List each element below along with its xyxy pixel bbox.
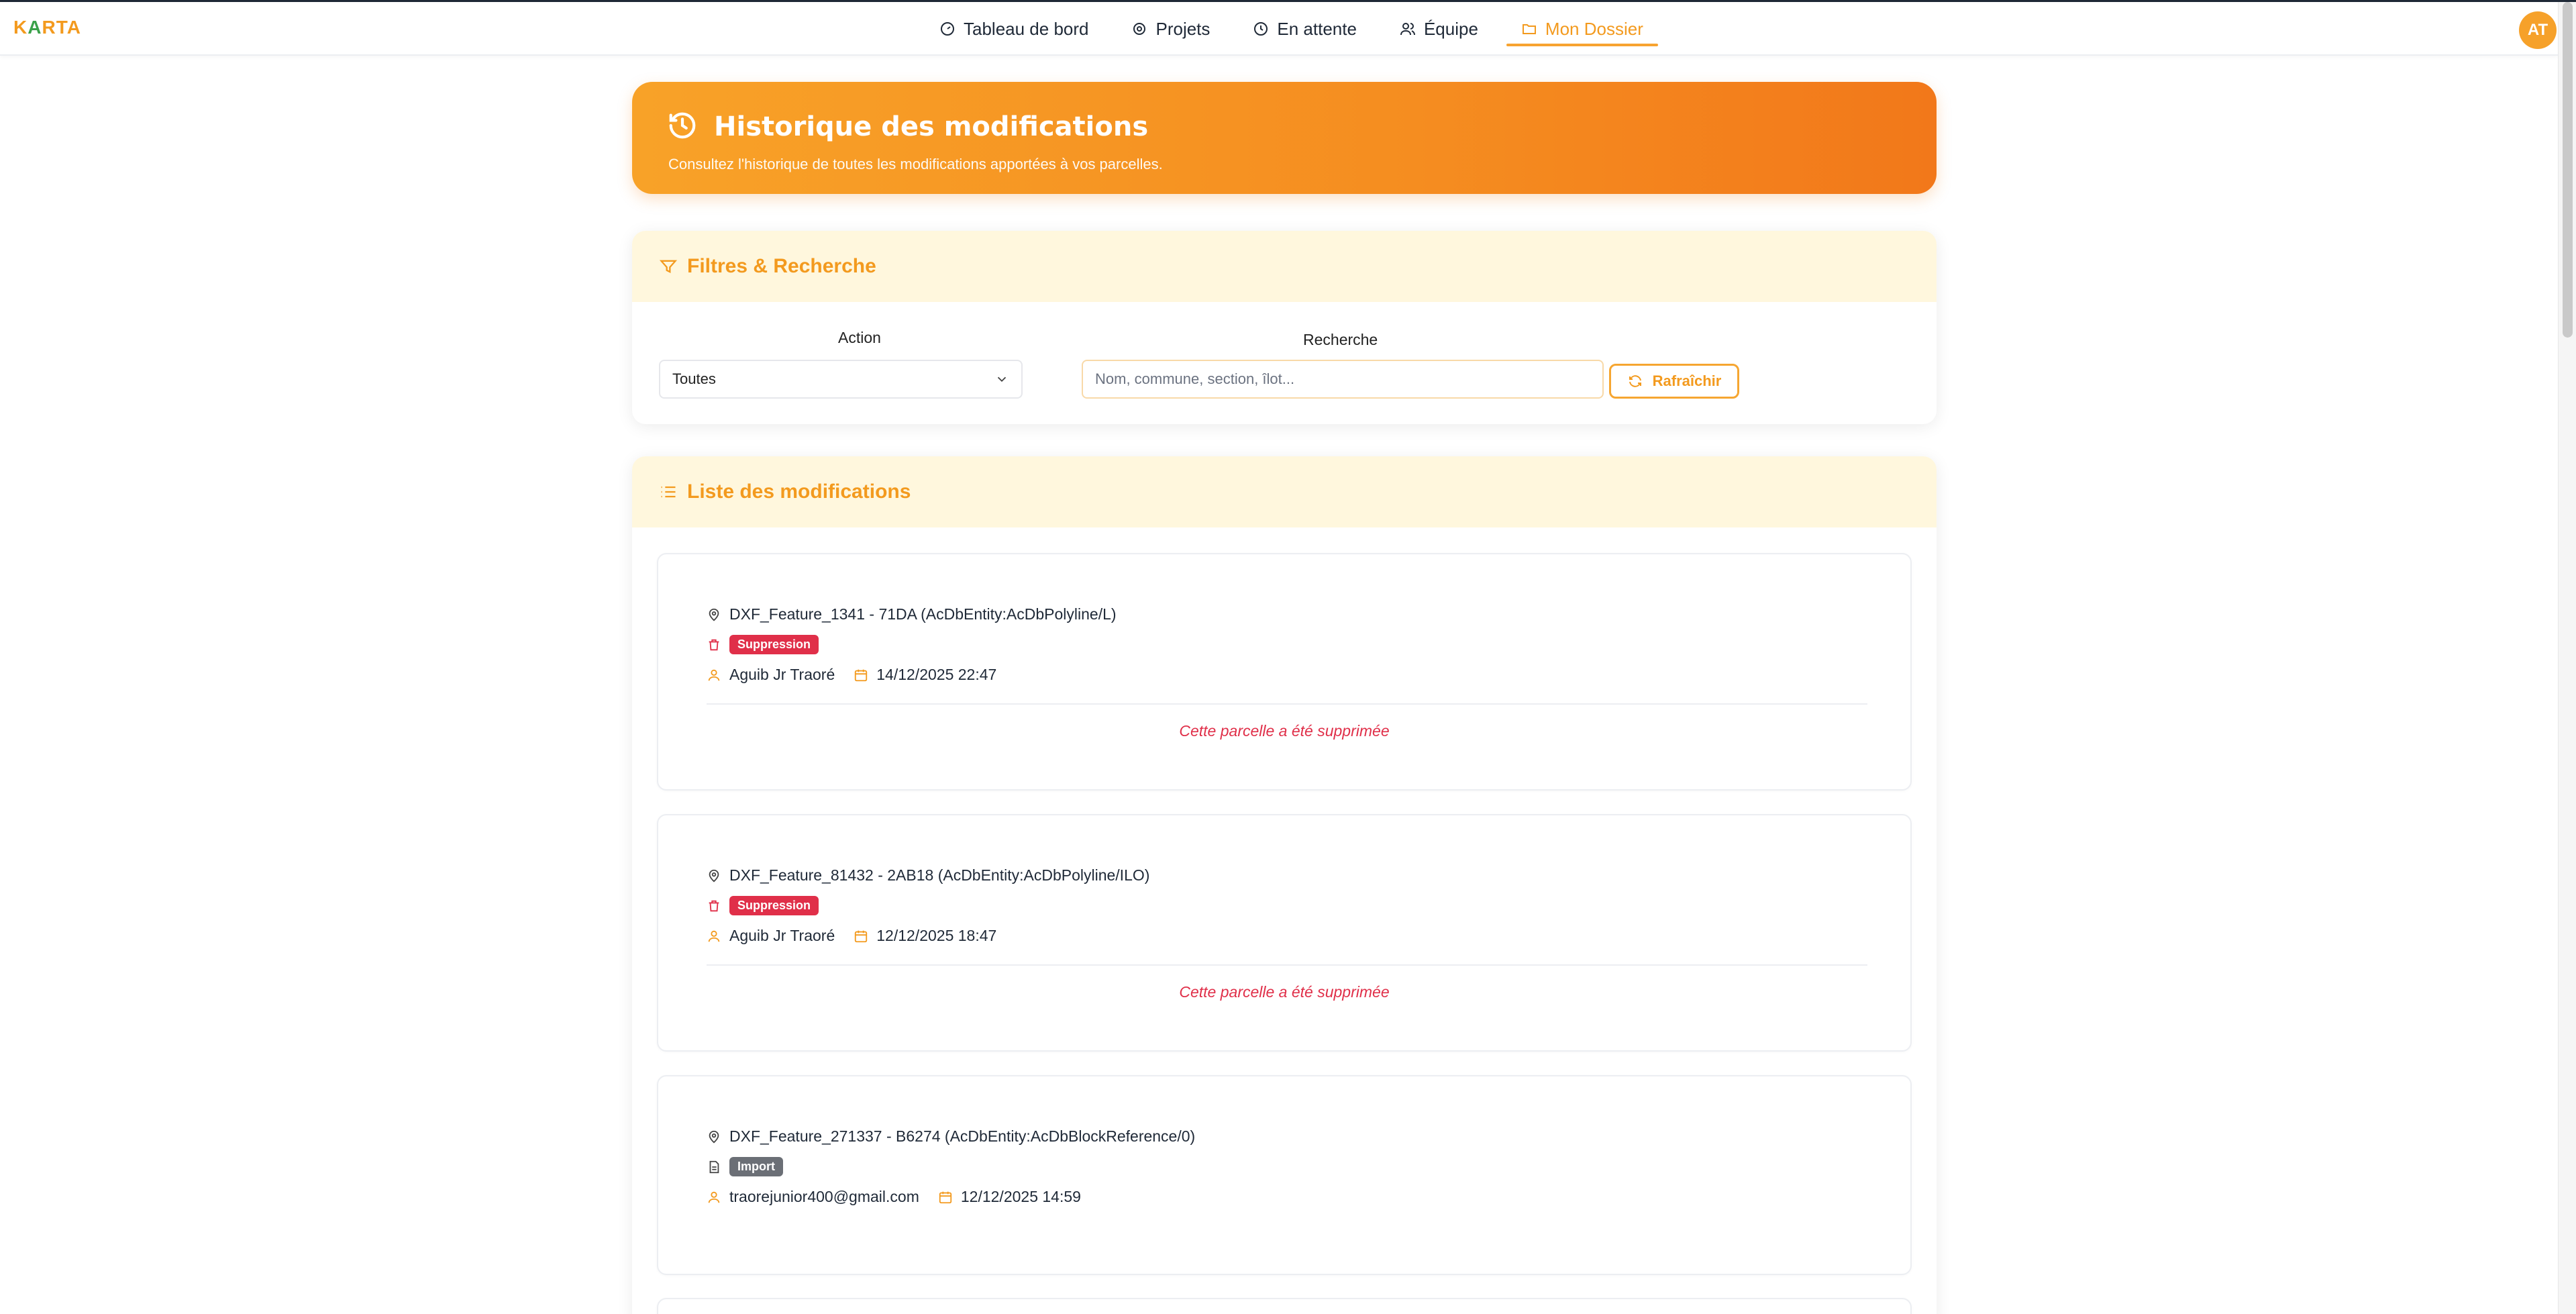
- action-select[interactable]: Toutes: [659, 360, 1023, 399]
- search-input[interactable]: [1082, 360, 1604, 399]
- list-item[interactable]: DXF_Feature_271337 - B6274 (AcDbEntity:A…: [657, 1075, 1912, 1275]
- divider: [707, 964, 1867, 966]
- scrollbar-thumb[interactable]: [2563, 2, 2573, 338]
- file-icon: [709, 1160, 719, 1173]
- date-group: 12/12/2025 14:59: [938, 1188, 1081, 1206]
- list-title: Liste des modifications: [687, 481, 911, 503]
- action-badge: Suppression: [729, 896, 819, 915]
- folder-icon: [1522, 24, 1536, 34]
- page-hero: Historique des modifications Consultez l…: [632, 82, 1937, 194]
- trash-icon: [709, 639, 719, 650]
- calendar-icon: [855, 930, 868, 942]
- meta-row: Aguib Jr Traoré 12/12/2025 18:47: [707, 927, 996, 945]
- refresh-icon: [1629, 375, 1641, 387]
- deleted-note: Cette parcelle a été supprimée: [1179, 722, 1390, 740]
- search-label: Recherche: [1303, 331, 1378, 348]
- refresh-button[interactable]: Rafraîchir: [1609, 364, 1739, 399]
- nav-label: Tableau de bord: [964, 18, 1089, 39]
- user-name: Aguib Jr Traoré: [729, 927, 835, 944]
- filters-header: Filtres & Recherche: [632, 231, 1937, 302]
- top-navbar: KARTA Tableau de bord Projets En attente…: [0, 2, 2558, 56]
- calendar-icon: [855, 669, 868, 681]
- filter-icon: [659, 260, 678, 274]
- user-name: Aguib Jr Traoré: [729, 666, 835, 683]
- user-icon: [708, 669, 720, 680]
- deleted-note: Cette parcelle a été supprimée: [1179, 983, 1390, 1001]
- page-subtitle: Consultez l'historique de toutes les mod…: [668, 156, 1163, 172]
- date-value: 12/12/2025 14:59: [960, 1188, 1081, 1205]
- page-title: Historique des modifications: [714, 111, 1149, 142]
- main-nav: Tableau de bord Projets En attente Équip…: [939, 2, 1686, 56]
- feature-row: DXF_Feature_81432 - 2AB18 (AcDbEntity:Ac…: [707, 866, 1149, 885]
- divider: [707, 703, 1867, 705]
- calendar-icon: [939, 1191, 952, 1203]
- meta-row: Aguib Jr Traoré 14/12/2025 22:47: [707, 666, 996, 684]
- action-row: Suppression: [707, 896, 819, 915]
- user-name: traorejunior400@gmail.com: [729, 1188, 919, 1205]
- chevron-down-icon: [997, 376, 1007, 383]
- nav-label: Projets: [1155, 18, 1210, 39]
- list-item[interactable]: [657, 1298, 1912, 1314]
- nav-tableau-de-bord[interactable]: Tableau de bord: [939, 2, 1088, 56]
- filters-card: Filtres & Recherche Action Toutes Recher…: [632, 231, 1937, 424]
- filters-title: Filtres & Recherche: [687, 255, 876, 277]
- action-select-value: Toutes: [672, 370, 716, 387]
- date-value: 14/12/2025 22:47: [876, 666, 997, 683]
- nav-mon-dossier[interactable]: Mon Dossier: [1506, 2, 1658, 56]
- action-badge: Import: [729, 1157, 783, 1176]
- date-group: 14/12/2025 22:47: [854, 666, 996, 684]
- feature-name: DXF_Feature_271337 - B6274 (AcDbEntity:A…: [729, 1127, 1196, 1145]
- feature-name: DXF_Feature_1341 - 71DA (AcDbEntity:AcDb…: [729, 605, 1117, 623]
- nav-projets[interactable]: Projets: [1131, 2, 1210, 56]
- list-item[interactable]: DXF_Feature_81432 - 2AB18 (AcDbEntity:Ac…: [657, 814, 1912, 1052]
- action-label: Action: [838, 329, 881, 346]
- page-scrollbar[interactable]: [2558, 2, 2576, 1314]
- feature-row: DXF_Feature_1341 - 71DA (AcDbEntity:AcDb…: [707, 605, 1117, 623]
- nav-label: Équipe: [1423, 18, 1478, 39]
- list-item[interactable]: DXF_Feature_1341 - 71DA (AcDbEntity:AcDb…: [657, 553, 1912, 791]
- karta-logo[interactable]: KARTA: [13, 17, 81, 38]
- user-icon: [708, 930, 720, 942]
- map-pin-icon: [709, 869, 719, 882]
- modifications-card: Liste des modifications DXF_Feature_1341…: [632, 456, 1937, 1314]
- meta-row: traorejunior400@gmail.com 12/12/2025 14:…: [707, 1188, 1081, 1206]
- date-group: 12/12/2025 18:47: [854, 927, 996, 945]
- list-header: Liste des modifications: [632, 456, 1937, 527]
- nav-label: Mon Dossier: [1545, 18, 1643, 39]
- clock-icon: [1254, 22, 1268, 36]
- feature-name: DXF_Feature_81432 - 2AB18 (AcDbEntity:Ac…: [729, 866, 1150, 884]
- user-avatar[interactable]: AT: [2519, 11, 2557, 49]
- trash-icon: [709, 900, 719, 911]
- nav-equipe[interactable]: Équipe: [1400, 2, 1478, 56]
- users-icon: [1400, 23, 1415, 36]
- action-row: Import: [707, 1157, 783, 1176]
- nav-en-attente[interactable]: En attente: [1253, 2, 1357, 56]
- action-row: Suppression: [707, 635, 819, 654]
- action-badge: Suppression: [729, 635, 819, 654]
- nav-label: En attente: [1277, 18, 1357, 39]
- history-icon: [669, 112, 696, 139]
- refresh-label: Rafraîchir: [1652, 372, 1722, 389]
- feature-row: DXF_Feature_271337 - B6274 (AcDbEntity:A…: [707, 1127, 1195, 1146]
- map-pin-icon: [709, 608, 719, 621]
- gauge-icon: [941, 22, 954, 36]
- map-pin-icon: [1133, 23, 1146, 35]
- map-pin-icon: [709, 1130, 719, 1143]
- date-value: 12/12/2025 18:47: [876, 927, 997, 944]
- list-icon: [661, 486, 676, 498]
- user-icon: [708, 1191, 720, 1203]
